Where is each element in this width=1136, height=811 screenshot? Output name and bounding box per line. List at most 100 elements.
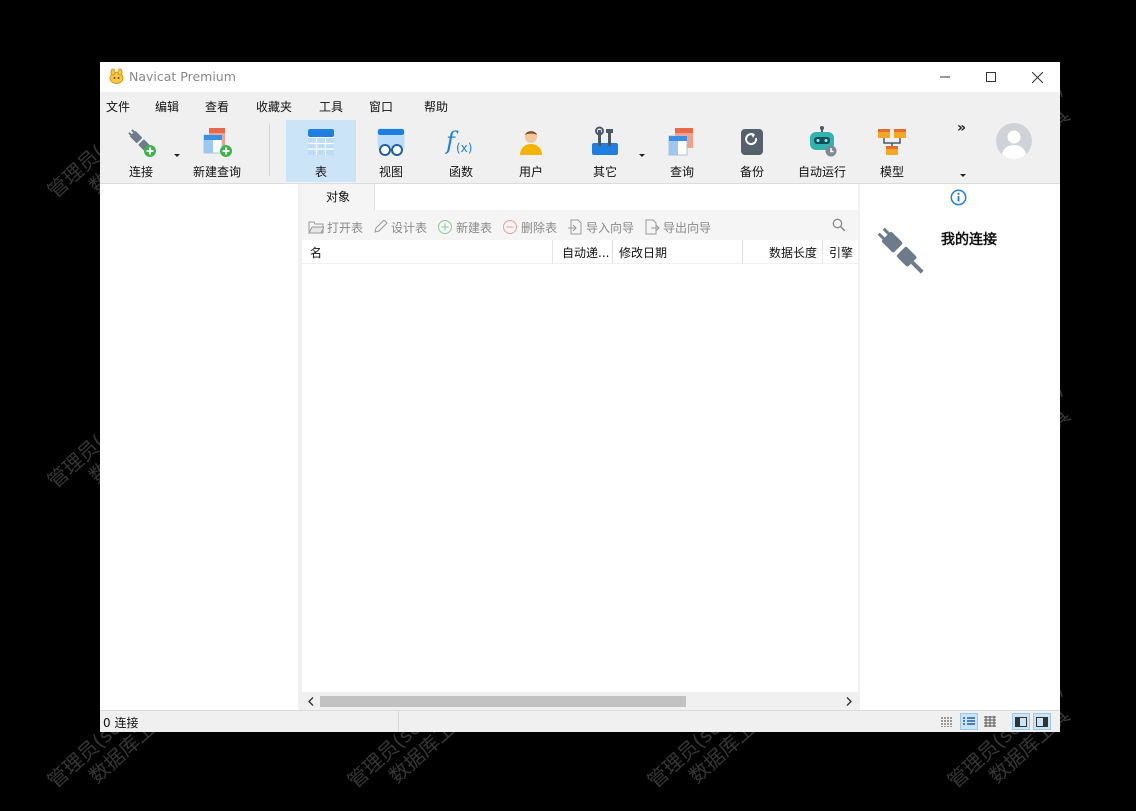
query-button[interactable]: 查询	[648, 120, 716, 182]
function-icon: f (x)	[445, 127, 472, 155]
search-icon[interactable]	[832, 218, 846, 232]
user-label: 用户	[518, 165, 543, 179]
plug-add-icon	[128, 129, 156, 157]
status-divider	[398, 711, 399, 732]
object-panel: 对象 打开表 设计表 新建表 删除表 导入向导 导出向导 名 自动递... 修改…	[302, 184, 858, 710]
avatar[interactable]	[995, 122, 1033, 160]
view-icons-button[interactable]	[938, 713, 956, 730]
toggle-left-panel-button[interactable]	[1012, 713, 1030, 730]
query-label: 查询	[669, 165, 694, 179]
menu-bar: 文件 编辑 查看 收藏夹 工具 窗口 帮助	[100, 92, 1060, 120]
column-header-engine[interactable]: 引擎	[829, 244, 856, 261]
new-query-label: 新建查询	[192, 165, 241, 179]
backup-label: 备份	[739, 165, 764, 179]
list-icon	[963, 716, 975, 725]
user-icon	[520, 131, 542, 155]
automation-button[interactable]: 自动运行	[788, 120, 856, 182]
object-toolbar: 打开表 设计表 新建表 删除表 导入向导 导出向导	[302, 214, 858, 240]
title-bar: Navicat Premium	[100, 62, 1060, 92]
menu-tools[interactable]: 工具	[319, 98, 343, 115]
menu-help[interactable]: 帮助	[424, 98, 448, 115]
object-list[interactable]: 名 自动递... 修改日期 数据长度 引擎	[302, 240, 858, 692]
minimize-button[interactable]	[922, 62, 968, 92]
connect-button[interactable]: 连接	[110, 120, 172, 182]
main-toolbar: 连接 新建查询 表 视图 f (x) 函数 用户 其它 查询 备份 自动运行 模…	[100, 118, 1060, 184]
view-label: 视图	[378, 165, 403, 179]
minimize-icon	[940, 76, 950, 78]
open-table-button[interactable]: 打开表	[308, 218, 363, 236]
view-details-button[interactable]	[981, 713, 999, 730]
grid-small-icon	[941, 716, 952, 727]
column-header-auto-increment[interactable]: 自动递...	[562, 244, 612, 261]
backup-icon	[741, 129, 763, 155]
tools-icon	[592, 126, 618, 155]
folder-open-icon	[308, 221, 324, 234]
tab-objects[interactable]: 对象	[302, 184, 374, 210]
column-divider[interactable]	[822, 240, 823, 264]
menu-edit[interactable]: 编辑	[155, 98, 179, 115]
view-icon	[377, 128, 405, 156]
maximize-button[interactable]	[968, 62, 1014, 92]
pencil-icon	[374, 220, 388, 233]
close-button[interactable]	[1014, 62, 1060, 92]
toolbar-overflow-button[interactable]: »	[957, 120, 966, 136]
table-button[interactable]: 表	[286, 120, 356, 182]
menu-view[interactable]: 查看	[205, 98, 229, 115]
menu-window[interactable]: 窗口	[369, 98, 393, 115]
import-wizard-button[interactable]: 导入向导	[567, 218, 634, 236]
toolbar-overflow-arrow[interactable]	[960, 174, 966, 177]
user-button[interactable]: 用户	[496, 120, 566, 182]
backup-button[interactable]: 备份	[718, 120, 786, 182]
query-icon	[668, 128, 693, 156]
tab-bar-empty-area	[374, 184, 858, 210]
navicat-logo-icon	[109, 68, 124, 84]
table-icon	[308, 129, 334, 155]
column-divider[interactable]	[552, 240, 553, 264]
export-wizard-button[interactable]: 导出向导	[644, 218, 711, 236]
export-icon	[645, 219, 660, 235]
import-icon	[568, 219, 582, 235]
other-dropdown-arrow[interactable]	[639, 154, 645, 157]
left-panel-icon	[1015, 716, 1027, 727]
automation-label: 自动运行	[797, 165, 846, 179]
design-table-button[interactable]: 设计表	[372, 218, 427, 236]
toggle-right-panel-button[interactable]	[1033, 713, 1051, 730]
other-label: 其它	[592, 165, 617, 179]
scroll-left-icon[interactable]	[307, 697, 315, 706]
toolbar-separator	[269, 124, 270, 176]
add-circle-icon	[438, 220, 452, 234]
scroll-right-icon[interactable]	[845, 697, 853, 706]
svg-text:(x): (x)	[456, 141, 472, 155]
delete-table-button[interactable]: 删除表	[502, 218, 557, 236]
model-label: 模型	[879, 165, 904, 179]
column-header-name[interactable]: 名	[310, 244, 322, 261]
function-button[interactable]: f (x) 函数	[426, 120, 496, 182]
other-button[interactable]: 其它	[566, 120, 644, 182]
horizontal-scrollbar[interactable]	[302, 692, 858, 710]
maximize-icon	[986, 72, 996, 82]
menu-favorites[interactable]: 收藏夹	[256, 98, 292, 115]
grid-icon	[984, 716, 996, 727]
info-icon[interactable]	[950, 189, 967, 206]
object-list-header: 名 自动递... 修改日期 数据长度 引擎	[302, 240, 858, 264]
robot-icon	[810, 126, 837, 157]
remove-circle-icon	[503, 220, 517, 234]
navicat-window: Navicat Premium 文件 编辑 查看 收藏夹 工具 窗口 帮助 连接	[100, 62, 1060, 732]
column-divider[interactable]	[612, 240, 613, 264]
view-list-button[interactable]	[960, 713, 978, 730]
column-header-data-length[interactable]: 数据长度	[769, 244, 817, 261]
scrollbar-thumb[interactable]	[320, 696, 686, 707]
column-divider[interactable]	[742, 240, 743, 264]
function-label: 函数	[448, 165, 473, 179]
right-panel-icon	[1036, 716, 1048, 727]
connection-tree-panel[interactable]	[100, 184, 298, 710]
new-table-button[interactable]: 新建表	[437, 218, 492, 236]
view-button[interactable]: 视图	[356, 120, 426, 182]
menu-file[interactable]: 文件	[106, 98, 130, 115]
model-button[interactable]: 模型	[858, 120, 926, 182]
model-icon	[878, 129, 906, 155]
connect-dropdown-arrow[interactable]	[174, 154, 180, 157]
column-header-modified-date[interactable]: 修改日期	[619, 244, 667, 261]
new-query-button[interactable]: 新建查询	[184, 120, 250, 182]
close-icon	[1031, 71, 1043, 83]
